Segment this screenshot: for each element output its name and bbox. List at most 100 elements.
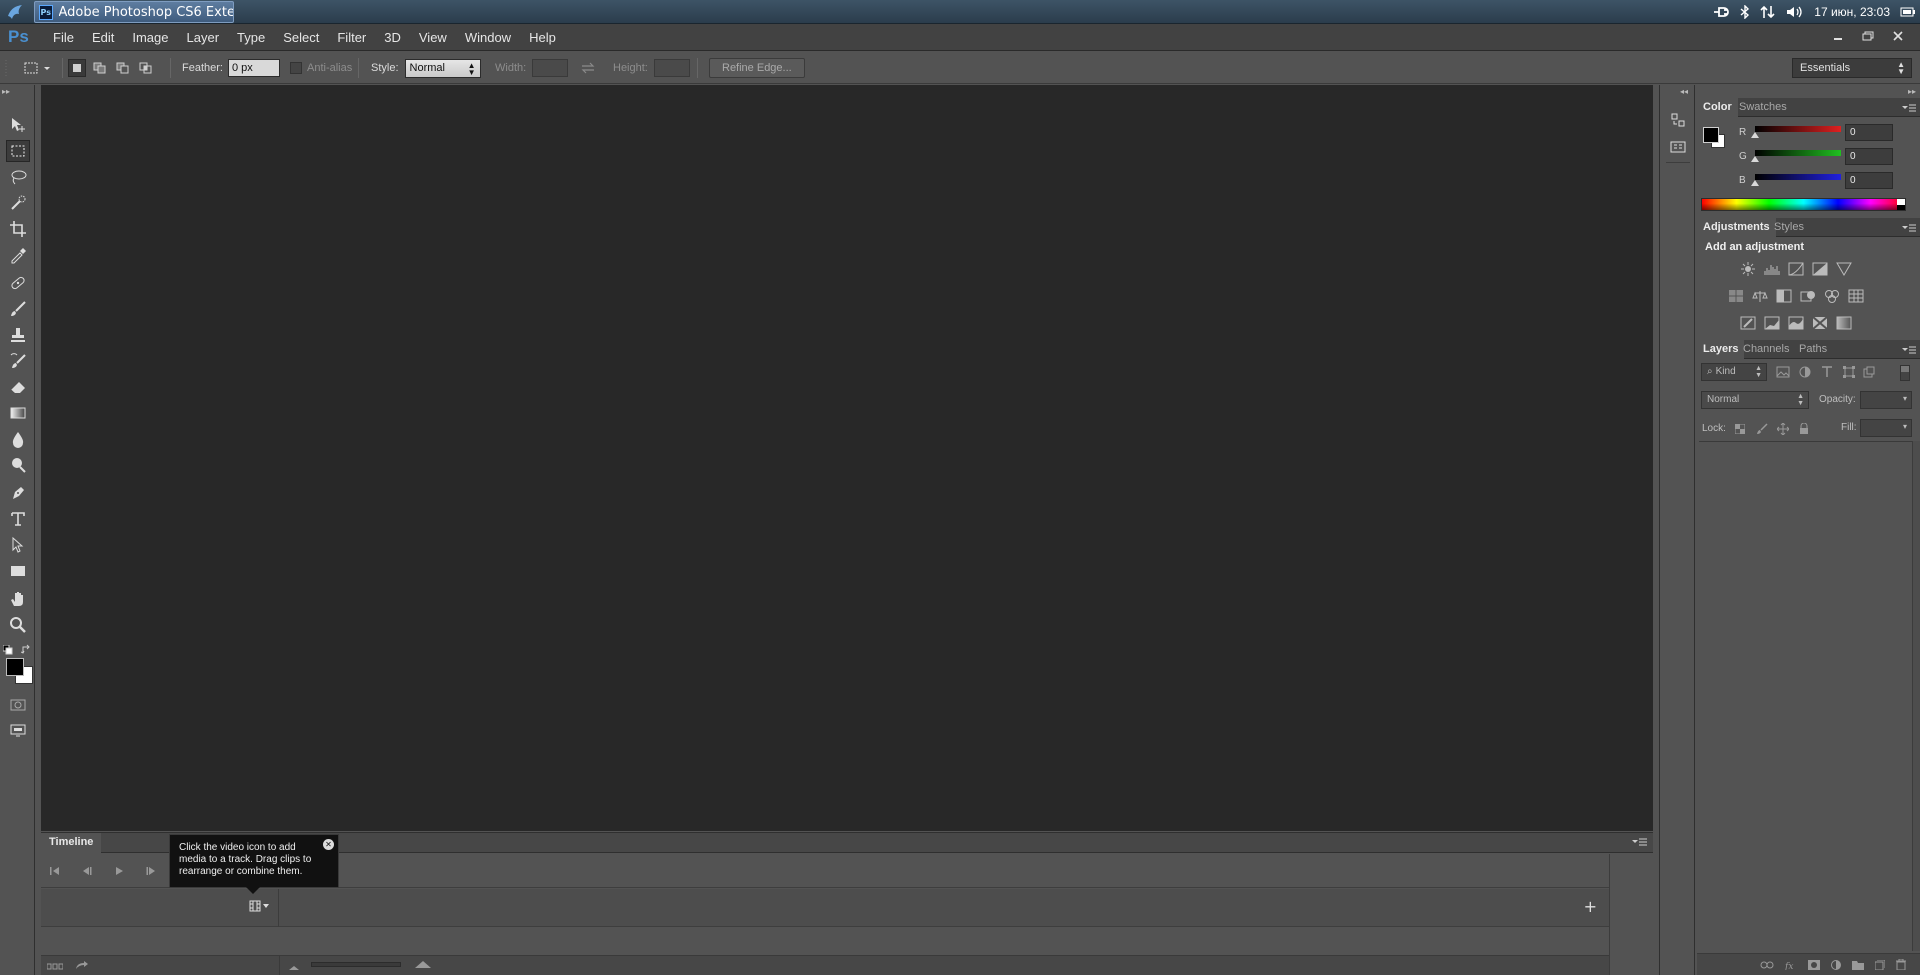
invert-button[interactable]	[1739, 315, 1757, 331]
menu-3d[interactable]: 3D	[375, 30, 410, 45]
power-plug-icon[interactable]	[1712, 5, 1730, 19]
anti-alias-checkbox[interactable]	[290, 62, 302, 74]
photo-filter-button[interactable]	[1799, 288, 1817, 304]
blur-tool[interactable]	[6, 428, 30, 450]
clock[interactable]: 17 июн, 23:03	[1814, 5, 1890, 19]
menu-layer[interactable]: Layer	[178, 30, 229, 45]
dodge-tool[interactable]	[6, 454, 30, 476]
filter-adjustment-layers-button[interactable]	[1796, 364, 1814, 380]
channel-mixer-button[interactable]	[1823, 288, 1841, 304]
eraser-tool[interactable]	[6, 376, 30, 398]
tooltip-close-button[interactable]: ✕	[323, 839, 334, 850]
add-to-selection-button[interactable]	[91, 59, 109, 77]
brightness-contrast-button[interactable]	[1739, 261, 1757, 277]
new-group-folder-icon[interactable]	[1852, 960, 1864, 970]
tab-timeline[interactable]: Timeline	[41, 833, 102, 853]
crop-tool[interactable]	[6, 218, 30, 240]
blue-slider[interactable]	[1751, 174, 1841, 186]
menu-image[interactable]: Image	[123, 30, 177, 45]
fill-input[interactable]: ▾	[1860, 419, 1912, 437]
screen-mode-button[interactable]	[6, 720, 30, 742]
gradient-map-button[interactable]	[1835, 315, 1853, 331]
add-media-video-button[interactable]	[249, 900, 269, 912]
properties-panel-button[interactable]	[1668, 137, 1688, 157]
blue-value-field[interactable]: 0	[1845, 172, 1893, 189]
timeline-panel-menu[interactable]	[1631, 837, 1647, 850]
tab-channels[interactable]: Channels	[1737, 340, 1795, 359]
exposure-button[interactable]	[1811, 261, 1829, 277]
document-canvas-area[interactable]	[41, 85, 1653, 831]
black-white-button[interactable]	[1775, 288, 1793, 304]
subtract-from-selection-button[interactable]	[114, 59, 132, 77]
menu-select[interactable]: Select	[274, 30, 328, 45]
play-button[interactable]	[111, 863, 127, 879]
layers-panel-menu[interactable]	[1902, 344, 1916, 357]
trash-icon[interactable]	[1896, 959, 1906, 970]
filter-type-layers-button[interactable]	[1818, 364, 1836, 380]
taskbar-photoshop-window[interactable]: Ps Adobe Photoshop CS6 Exten...	[34, 1, 234, 23]
gradient-tool[interactable]	[6, 402, 30, 424]
quick-mask-button[interactable]	[6, 694, 30, 716]
eyedropper-tool[interactable]	[6, 244, 30, 266]
timeline-track[interactable]: +	[41, 889, 1609, 927]
green-value-field[interactable]: 0	[1845, 148, 1893, 165]
filter-toggle-switch[interactable]	[1900, 365, 1910, 381]
quick-selection-tool[interactable]	[6, 192, 30, 214]
new-adjustment-layer-icon[interactable]	[1831, 959, 1841, 970]
red-slider[interactable]	[1751, 126, 1841, 138]
selective-color-button[interactable]	[1811, 315, 1829, 331]
opacity-input[interactable]: ▾	[1860, 391, 1912, 409]
rectangle-tool[interactable]	[6, 560, 30, 582]
color-panel-menu[interactable]	[1902, 102, 1916, 115]
clone-stamp-tool[interactable]	[6, 324, 30, 346]
filter-shape-layers-button[interactable]	[1840, 364, 1858, 380]
timeline-zoom-slider[interactable]	[311, 962, 401, 967]
tab-paths[interactable]: Paths	[1793, 340, 1833, 359]
lock-image-pixels-button[interactable]	[1753, 421, 1771, 437]
filter-pixel-layers-button[interactable]	[1774, 364, 1792, 380]
layers-scrollbar[interactable]	[1912, 441, 1920, 951]
menu-type[interactable]: Type	[228, 30, 274, 45]
color-lookup-button[interactable]	[1847, 288, 1865, 304]
zoom-in-timeline-button[interactable]	[415, 959, 431, 972]
history-panel-button[interactable]	[1668, 110, 1688, 130]
timeline-vertical-scrollbar[interactable]	[1609, 854, 1653, 975]
next-frame-button[interactable]	[143, 863, 159, 879]
bluetooth-icon[interactable]	[1740, 5, 1750, 19]
history-brush-tool[interactable]	[6, 350, 30, 372]
feather-input[interactable]: 0 px	[227, 59, 280, 77]
hue-saturation-button[interactable]	[1727, 288, 1745, 304]
hand-tool[interactable]	[6, 588, 30, 610]
collapse-panels-icon[interactable]: ▸▸	[1908, 87, 1916, 96]
posterize-button[interactable]	[1763, 315, 1781, 331]
width-input[interactable]	[532, 59, 569, 77]
red-value-field[interactable]: 0	[1845, 124, 1893, 141]
convert-to-frame-animation-button[interactable]	[46, 961, 64, 974]
vibrance-button[interactable]	[1835, 261, 1853, 277]
add-track-button[interactable]: +	[1584, 899, 1597, 915]
spot-healing-brush-tool[interactable]	[6, 272, 30, 294]
rectangular-marquee-tool[interactable]	[6, 140, 30, 162]
workspace-switcher[interactable]: Essentials ▲ ▼	[1792, 58, 1912, 78]
default-colors-button[interactable]	[2, 644, 13, 658]
render-video-button[interactable]	[75, 960, 89, 973]
refine-edge-button[interactable]: Refine Edge...	[709, 58, 805, 78]
color-spectrum-ramp[interactable]	[1701, 198, 1906, 211]
tab-adjustments[interactable]: Adjustments	[1697, 218, 1776, 237]
height-input[interactable]	[653, 59, 690, 77]
path-selection-tool[interactable]	[6, 534, 30, 556]
foreground-color-swatch[interactable]	[6, 658, 24, 676]
minimize-button[interactable]	[1824, 27, 1852, 45]
tool-preset-picker[interactable]	[22, 52, 50, 84]
levels-button[interactable]	[1763, 261, 1781, 277]
previous-frame-button[interactable]	[79, 863, 95, 879]
options-grip[interactable]	[4, 52, 8, 84]
pen-tool[interactable]	[6, 482, 30, 504]
brush-tool[interactable]	[6, 298, 30, 320]
zoom-out-timeline-button[interactable]	[289, 961, 299, 974]
lock-all-button[interactable]	[1795, 421, 1813, 437]
slider-thumb[interactable]	[1751, 132, 1759, 138]
menu-filter[interactable]: Filter	[328, 30, 375, 45]
threshold-button[interactable]	[1787, 315, 1805, 331]
layer-filter-kind-select[interactable]: ⌕ Kind ▲ ▼	[1701, 363, 1767, 381]
